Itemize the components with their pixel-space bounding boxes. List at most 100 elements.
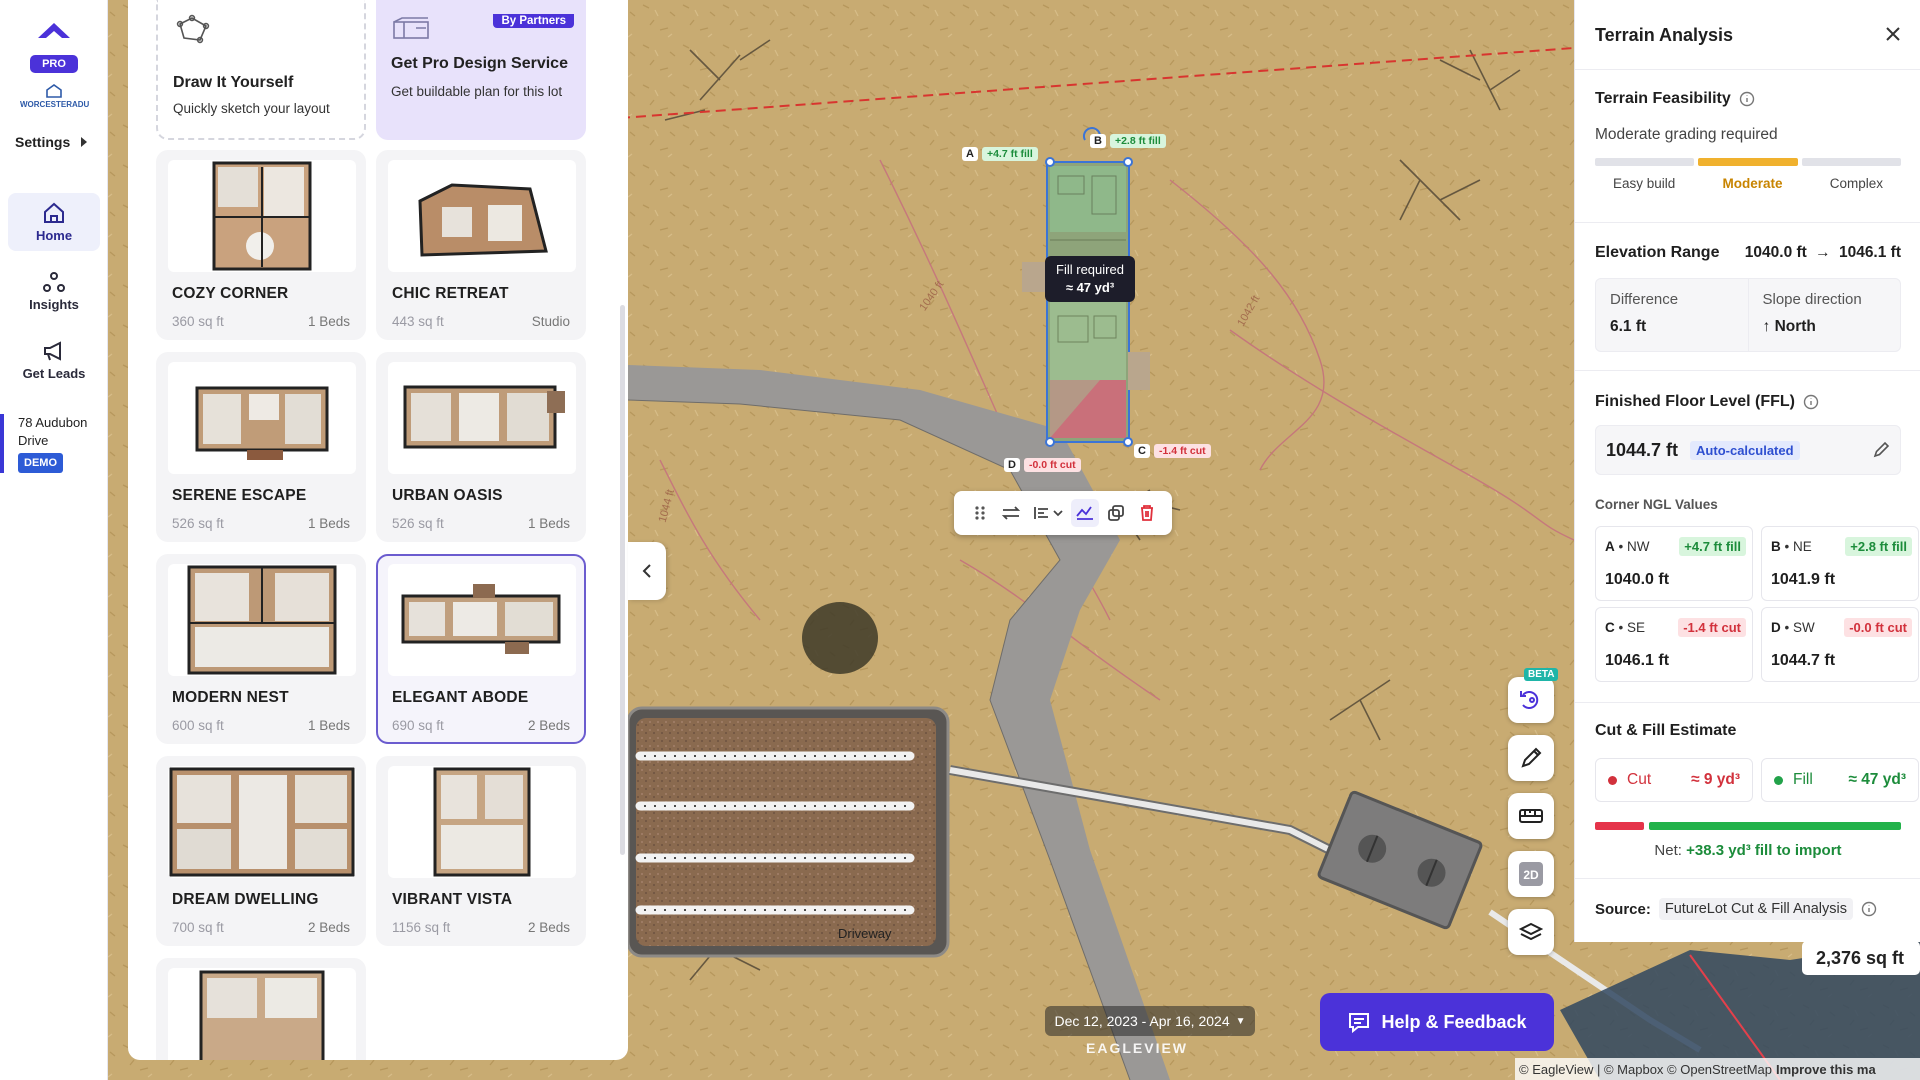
elevation-range: 1040.0 ft → 1046.1 ft bbox=[1745, 244, 1901, 262]
corner-elevation: 1046.1 ft bbox=[1605, 652, 1670, 669]
nav-insights-label: Insights bbox=[29, 296, 79, 312]
design-beds: 2 Beds bbox=[527, 920, 570, 935]
fill-dot bbox=[1774, 775, 1783, 785]
app-sidebar: PRO WORCESTERADU Settings Home Insights … bbox=[0, 0, 108, 1080]
sketch-icon bbox=[176, 14, 210, 44]
fill-tip-value: ≈ 47 yd³ bbox=[1065, 280, 1115, 295]
design-name: DREAM DWELLING bbox=[172, 891, 319, 908]
close-icon[interactable] bbox=[1884, 25, 1902, 43]
nav-get-leads[interactable]: Get Leads bbox=[8, 331, 100, 389]
corner-id: B bbox=[1771, 539, 1781, 554]
scale-complex bbox=[1801, 158, 1901, 166]
draw-it-yourself-card[interactable]: Draw It Yourself Quickly sketch your lay… bbox=[156, 0, 366, 140]
imagery-date-selector[interactable]: Dec 12, 2023 - Apr 16, 2024 ▼ bbox=[1045, 1006, 1255, 1036]
info-icon[interactable] bbox=[1861, 901, 1877, 917]
corner-ngl-label: B • NE bbox=[1771, 539, 1812, 554]
design-beds: 1 Beds bbox=[307, 718, 350, 733]
ffl-section: Finished Floor Level (FFL) 1044.7 ft Aut… bbox=[1575, 393, 1920, 512]
corner-delta: -0.0 ft cut bbox=[1844, 618, 1912, 637]
level-moderate: Moderate bbox=[1722, 176, 1783, 191]
info-icon[interactable] bbox=[1803, 394, 1819, 410]
drag-handle-icon[interactable] bbox=[966, 499, 994, 527]
design-sqft: 360 sq ft bbox=[172, 314, 224, 329]
delete-icon[interactable] bbox=[1133, 499, 1161, 527]
corner-letter: A bbox=[962, 147, 978, 161]
design-card-modern-nest[interactable]: MODERN NEST 600 sq ft 1 Beds bbox=[156, 554, 366, 744]
svg-text:2D: 2D bbox=[1523, 868, 1539, 882]
ai-assist-button[interactable] bbox=[1508, 677, 1554, 723]
terrain-icon[interactable] bbox=[1070, 499, 1099, 527]
elevation-section: Elevation Range 1040.0 ft → 1046.1 ft Di… bbox=[1575, 244, 1920, 352]
pro-design-card[interactable]: By Partners Get Pro Design Service Get b… bbox=[376, 0, 586, 140]
corner-id: D bbox=[1771, 620, 1781, 635]
arrow-right-icon: → bbox=[1815, 244, 1831, 261]
design-card-partial[interactable] bbox=[156, 958, 366, 1060]
feasibility-status: Moderate grading required bbox=[1595, 126, 1778, 143]
design-card-serene-escape[interactable]: SERENE ESCAPE 526 sq ft 1 Beds bbox=[156, 352, 366, 542]
cutfill-section: Cut & Fill Estimate Cut ≈ 9 yd³ Fill ≈ 4… bbox=[1575, 722, 1920, 859]
design-card-elegant-abode[interactable]: ELEGANT ABODE 690 sq ft 2 Beds bbox=[376, 554, 586, 744]
designs-panel: Draw It Yourself Quickly sketch your lay… bbox=[128, 0, 628, 1060]
cut-value: ≈ 9 yd³ bbox=[1691, 771, 1740, 788]
nav-home[interactable]: Home bbox=[8, 193, 100, 251]
project-address[interactable]: 78 Audubon Drive DEMO bbox=[0, 414, 108, 473]
feasibility-section: Terrain Feasibility Moderate grading req… bbox=[1575, 90, 1920, 191]
corner-ngl-a: A • NW +4.7 ft fill 1040.0 ft bbox=[1595, 526, 1753, 601]
help-feedback-button[interactable]: Help & Feedback bbox=[1320, 993, 1554, 1051]
flip-icon[interactable] bbox=[997, 499, 1025, 527]
design-sqft: 690 sq ft bbox=[392, 718, 444, 733]
design-name: ELEGANT ABODE bbox=[392, 689, 529, 706]
info-icon[interactable] bbox=[1739, 91, 1755, 107]
pro-design-title: Get Pro Design Service bbox=[391, 55, 568, 72]
align-icon[interactable] bbox=[1028, 499, 1068, 527]
design-beds: 2 Beds bbox=[527, 718, 570, 733]
net-label: Net: bbox=[1654, 842, 1682, 859]
layers-button[interactable] bbox=[1508, 909, 1554, 955]
chat-icon bbox=[1349, 1013, 1370, 1033]
slope-value-row: ↑ North bbox=[1763, 318, 1887, 336]
design-card-cozy-corner[interactable]: COZY CORNER 360 sq ft 1 Beds bbox=[156, 150, 366, 340]
floorplan-image bbox=[388, 564, 576, 676]
design-name: COZY CORNER bbox=[172, 285, 289, 302]
source-value: FutureLot Cut & Fill Analysis bbox=[1658, 898, 1853, 920]
corner-delta: +4.7 ft fill bbox=[981, 147, 1038, 161]
pro-badge: PRO bbox=[30, 55, 78, 73]
design-beds: 2 Beds bbox=[307, 920, 350, 935]
house-logo-icon bbox=[46, 84, 62, 98]
ffl-title: Finished Floor Level (FFL) bbox=[1595, 393, 1795, 410]
collapse-panel-button[interactable] bbox=[628, 542, 666, 600]
duplicate-icon[interactable] bbox=[1102, 499, 1130, 527]
elevation-details: Difference 6.1 ft Slope direction ↑ Nort… bbox=[1595, 278, 1901, 352]
nav-insights[interactable]: Insights bbox=[8, 262, 100, 320]
corner-elevation: 1041.9 ft bbox=[1771, 571, 1836, 588]
draw-button[interactable] bbox=[1508, 735, 1554, 781]
design-card-urban-oasis[interactable]: URBAN OASIS 526 sq ft 1 Beds bbox=[376, 352, 586, 542]
corner-ngl-label: C • SE bbox=[1605, 620, 1645, 635]
cut-bar bbox=[1595, 822, 1644, 830]
home-icon bbox=[44, 202, 64, 223]
edit-icon[interactable] bbox=[1872, 441, 1890, 459]
design-sqft: 600 sq ft bbox=[172, 718, 224, 733]
design-card-dream-dwelling[interactable]: DREAM DWELLING 700 sq ft 2 Beds bbox=[156, 756, 366, 946]
settings-menu[interactable]: Settings bbox=[15, 134, 88, 150]
design-sqft: 443 sq ft bbox=[392, 314, 444, 329]
arrow-up-icon: ↑ bbox=[1762, 318, 1771, 335]
design-card-vibrant-vista[interactable]: VIBRANT VISTA 1156 sq ft 2 Beds bbox=[376, 756, 586, 946]
level-easy: Easy build bbox=[1613, 176, 1676, 191]
measure-button[interactable] bbox=[1508, 793, 1554, 839]
layers-icon bbox=[1519, 922, 1543, 941]
improve-map-link[interactable]: Improve this ma bbox=[1776, 1062, 1876, 1077]
view-2d-button[interactable]: 2D bbox=[1508, 851, 1554, 897]
difference-value: 6.1 ft bbox=[1610, 318, 1647, 335]
design-name: SERENE ESCAPE bbox=[172, 487, 307, 504]
shape-toolbar bbox=[954, 491, 1172, 535]
corner-ngl-c: C • SE -1.4 ft cut 1046.1 ft bbox=[1595, 607, 1753, 682]
design-card-chic-retreat[interactable]: CHIC RETREAT 443 sq ft Studio bbox=[376, 150, 586, 340]
feasibility-heading: Terrain Feasibility bbox=[1595, 90, 1901, 108]
fill-tip-title: Fill required bbox=[1056, 262, 1124, 277]
address-line2: Drive bbox=[18, 433, 49, 448]
panel-scrollbar[interactable] bbox=[620, 305, 625, 855]
corner-label-d: D -0.0 ft cut bbox=[1004, 458, 1081, 472]
panel-header: Terrain Analysis bbox=[1575, 0, 1920, 70]
pencil-icon bbox=[1521, 747, 1542, 768]
